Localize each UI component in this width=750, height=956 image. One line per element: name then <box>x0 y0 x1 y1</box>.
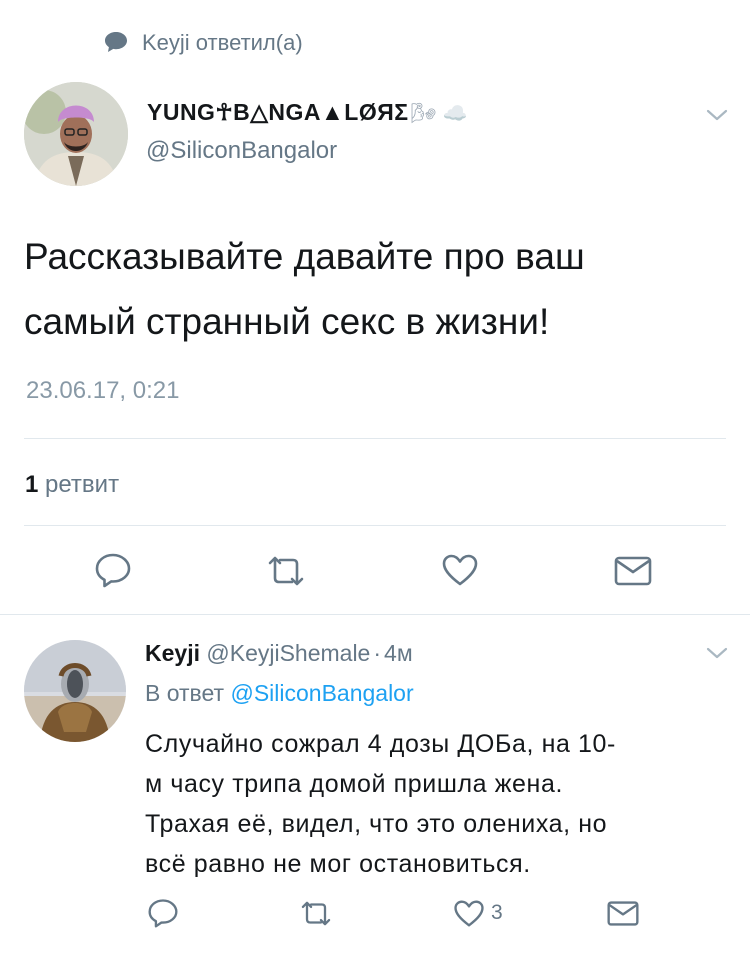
reply-text-line: всё равно не мог остановиться. <box>145 850 531 878</box>
reply-dot: · <box>373 640 382 666</box>
in-reply-handle-link[interactable]: @SiliconBangalor <box>230 680 413 706</box>
retweet-icon[interactable] <box>264 556 308 586</box>
reply-context-text[interactable]: Keyji ответил(а) <box>142 30 303 56</box>
reply-header: Keyji @KeyjiShemale · 4м <box>145 640 413 667</box>
display-name[interactable]: YUNG☥B△NGA▲LØЯΣ 🌬 ☁️ <box>147 99 468 126</box>
timestamp[interactable]: 23.06.17, 0:21 <box>26 377 179 405</box>
avatar[interactable] <box>24 640 126 742</box>
retweet-label: ретвит <box>45 471 120 498</box>
reply-icon[interactable] <box>147 898 179 928</box>
avatar[interactable] <box>24 82 128 186</box>
reply-text: Случайно сожрал 4 дозы ДОБа, на 10- м ча… <box>145 724 616 884</box>
name-emoji: 🌬 ☁️ <box>410 103 468 125</box>
retweet-icon[interactable] <box>298 901 334 926</box>
message-icon[interactable] <box>606 900 640 927</box>
retweet-count: 1 <box>25 471 39 498</box>
tweet-text-line-1: Рассказывайте давайте про ваш <box>24 236 585 277</box>
reply-icon[interactable] <box>94 552 132 588</box>
divider <box>24 525 726 526</box>
chevron-down-icon[interactable] <box>705 107 729 123</box>
reply-text-line: Случайно сожрал 4 дозы ДОБа, на 10- <box>145 730 616 758</box>
reply-text-line: м часу трипа домой пришла жена. <box>145 770 563 798</box>
chevron-down-icon[interactable] <box>705 645 729 661</box>
divider <box>0 614 750 615</box>
like-count: 3 <box>491 901 503 924</box>
in-reply-to: В ответ @SiliconBangalor <box>145 680 414 707</box>
reply-text-line: Трахая её, видел, что это олениха, но <box>145 810 608 838</box>
like-icon[interactable] <box>441 553 479 587</box>
reply-display-name[interactable]: Keyji <box>145 640 200 666</box>
reply-time[interactable]: 4м <box>384 640 413 666</box>
reply-handle[interactable]: @KeyjiShemale <box>206 640 370 666</box>
message-icon[interactable] <box>613 555 653 587</box>
handle[interactable]: @SiliconBangalor <box>146 137 337 165</box>
like-icon[interactable] <box>453 899 485 928</box>
speech-bubble-icon <box>104 31 128 53</box>
retweet-stats[interactable]: 1 ретвит <box>25 471 119 499</box>
tweet-text-line-2: самый странный секс в жизни! <box>24 301 550 342</box>
in-reply-prefix: В ответ <box>145 680 225 706</box>
divider <box>24 438 726 439</box>
